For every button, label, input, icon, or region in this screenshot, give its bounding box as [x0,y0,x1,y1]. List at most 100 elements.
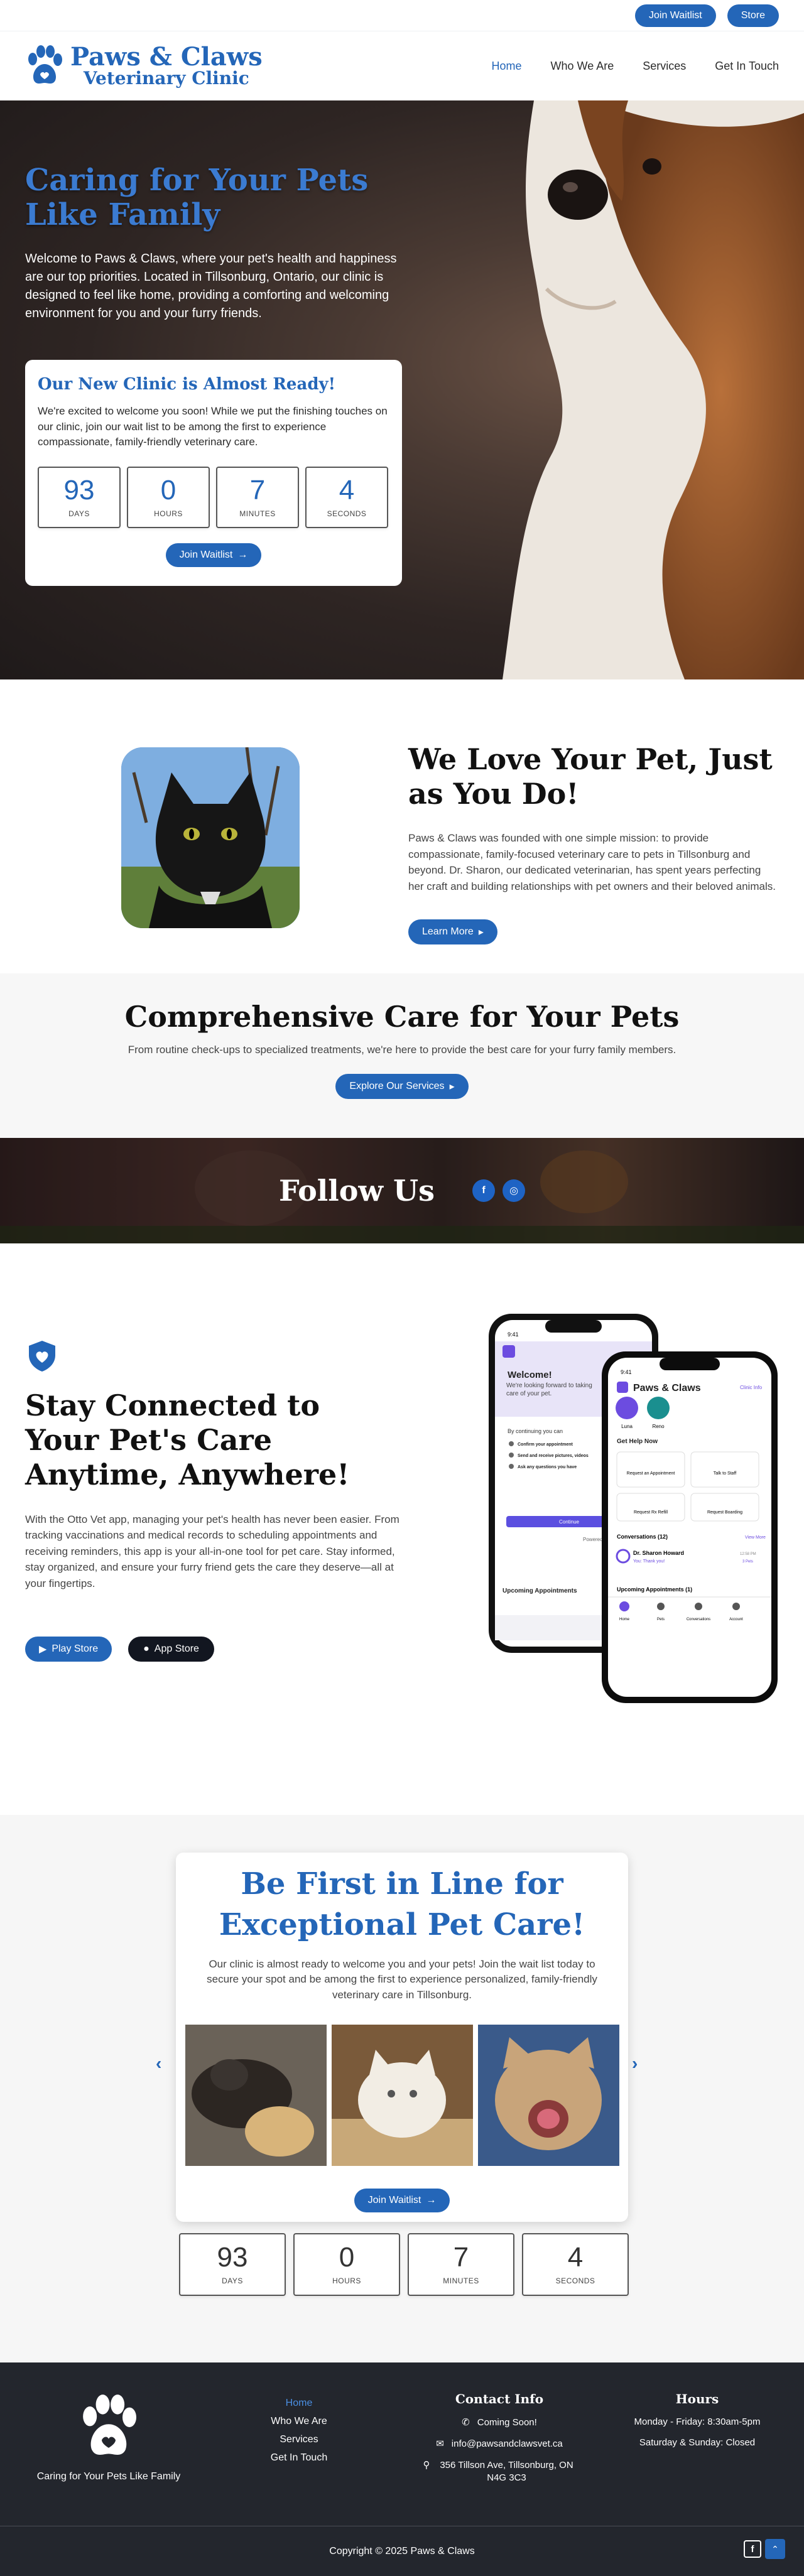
waitlist-title: Be First in Line for Exceptional Pet Car… [219,1866,585,1942]
services-body: From routine check-ups to specialized tr… [128,1044,676,1056]
front-phone-conversations: Conversations (12) [617,1534,668,1540]
countdown-minutes: 7 MINUTES [408,2233,514,2296]
front-phone-action: Request Rx Refill [634,1510,668,1515]
footer-link-services[interactable]: Services [268,2430,330,2449]
front-phone-msg-time: 12:58 PM [740,1552,756,1556]
countdown-value: 0 [339,2242,355,2273]
back-phone-item: Confirm your appointment [518,1442,573,1447]
announcement-card: Our New Clinic is Almost Ready! We're ex… [25,360,402,586]
instagram-icon[interactable]: ◎ [503,1179,526,1202]
site-header: Paws & Claws Veterinary Clinic Home Who … [0,31,804,100]
facebook-icon[interactable]: f [744,2540,761,2558]
countdown-minutes: 7 MINUTES [216,466,299,528]
services-title: Comprehensive Care for Your Pets [124,1000,680,1034]
nav-home[interactable]: Home [492,60,522,73]
paw-logo-icon [28,45,62,84]
front-phone-time: 9:41 [621,1369,632,1375]
app-title: Stay Connected to Your Pet's Care Anytim… [25,1388,350,1492]
explore-services-button[interactable]: Explore Our Services ▸ [335,1074,469,1099]
hero-intro: Welcome to Paws & Claws, where your pet'… [25,252,397,321]
copyright-bar: Copyright © 2025 Paws & Claws f ◎ ⌃ [0,2526,804,2576]
front-phone-view-more: View More [745,1535,766,1540]
brand-logo[interactable]: Paws & Claws Veterinary Clinic [25,44,263,88]
countdown-value: 7 [249,474,266,506]
footer-link-get-in-touch[interactable]: Get In Touch [268,2449,330,2467]
footer-link-who-we-are[interactable]: Who We Are [268,2412,330,2430]
gallery-photo [331,2024,473,2166]
footer-contact: Contact Info ✆ Coming Soon! ✉ info@pawsand… [408,2391,590,2493]
contact-email[interactable]: info@pawsandclawsvet.ca [452,2438,563,2450]
footer-link-home[interactable]: Home [268,2394,330,2412]
site-footer: Caring for Your Pets Like Family Home Wh… [0,2362,804,2526]
countdown-label: DAYS [68,509,90,518]
countdown-label: DAYS [222,2276,243,2285]
contact-address: 356 Tillson Ave, Tillsonburg, ON N4G 3C3 [440,2460,573,2483]
chevron-up-icon[interactable]: ⌃ [765,2539,785,2559]
services-section: Comprehensive Care for Your Pets From ro… [0,973,804,1138]
countdown-value: 0 [160,474,177,506]
footer-hours: Hours Monday - Friday: 8:30am-5pm Saturd… [616,2391,779,2458]
hero-section: Caring for Your Pets Like Family Welcome… [0,100,804,679]
facebook-icon[interactable]: f [472,1179,496,1202]
front-phone-brand: Paws & Claws [633,1383,701,1394]
chevron-right-icon[interactable]: › [632,2054,638,2074]
countdown-label: HOURS [154,509,183,518]
front-phone-doctor: Dr. Sharon Howard [633,1550,684,1556]
back-phone-upcoming: Upcoming Appointments [503,1588,577,1594]
app-phones-mockup: 9:41 Welcome! We're looking forward to t… [489,1314,778,1703]
hero-waitlist-button[interactable]: Join Waitlist → [165,543,262,567]
front-phone-msg-tag: 3 Pets [742,1560,753,1564]
front-phone-tab: Pets [657,1618,665,1621]
footer-logo[interactable]: Caring for Your Pets Like Family [30,2393,187,2482]
countdown-value: 4 [339,474,355,506]
nav-who-we-are[interactable]: Who We Are [551,60,614,73]
waitlist-join-button[interactable]: Join Waitlist → [354,2188,450,2212]
front-phone-action: Talk to Staff [714,1471,737,1476]
front-phone-tab: Conversations [687,1618,710,1621]
gallery-photo [477,2024,619,2166]
topbar-waitlist-button[interactable]: Join Waitlist [634,4,716,27]
back-phone-title: Welcome! [508,1370,552,1380]
front-phone-pet: Luna [621,1424,633,1429]
front-phone-message: You: Thank you! [633,1559,665,1564]
copyright-text: Copyright © 2025 Paws & Claws [329,2545,475,2557]
social-links: f ◎ [472,1179,526,1202]
hero-countdown: 93 DAYS 0 HOURS 7 MINUTES 4 SECONDS [38,466,389,528]
hours-title: Hours [675,2391,719,2406]
nav-services[interactable]: Services [643,60,686,73]
caret-right-icon: ▸ [478,927,484,938]
app-store-label: App Store [154,1643,199,1655]
cat-photo [121,747,300,928]
paw-logo-icon [83,2395,136,2455]
brand-name: Paws & Claws [70,42,263,72]
front-phone-action: Request an Appointment [627,1471,675,1476]
map-pin-icon: ⚲ [423,2460,430,2470]
brand-subtitle: Veterinary Clinic [83,68,249,89]
heart-shield-icon [29,1341,55,1372]
waitlist-join-label: Join Waitlist [367,2194,421,2205]
chevron-left-icon[interactable]: ‹ [156,2054,161,2074]
learn-more-button[interactable]: Learn More ▸ [408,919,497,945]
gallery-photo [185,2024,327,2166]
hours-weekend: Saturday & Sunday: Closed [639,2437,756,2448]
play-store-button[interactable]: ▶ Play Store [25,1637,112,1662]
top-bar: Join Waitlist Store [0,0,804,31]
about-body: Paws & Claws was founded with one simple… [408,832,776,892]
countdown-value: 7 [453,2242,469,2273]
countdown-days: 93 DAYS [38,466,121,528]
back-phone-item: Ask any questions you have [518,1465,577,1469]
arrow-right-icon: → [426,2194,437,2205]
countdown-days: 93 DAYS [179,2233,286,2296]
phone-icon: ✆ [462,2417,470,2428]
waitlist-section: Be First in Line for Exceptional Pet Car… [0,1815,804,2362]
countdown-label: MINUTES [443,2276,479,2285]
follow-title: Follow Us [278,1174,435,1208]
apple-icon: ● [143,1643,149,1655]
nav-get-in-touch[interactable]: Get In Touch [715,60,779,73]
front-phone-tab: Home [619,1618,630,1621]
app-store-button[interactable]: ● App Store [128,1637,214,1662]
store-button[interactable]: Store [727,4,779,27]
hero-dog-image [503,100,804,679]
app-body: With the Otto Vet app, managing your pet… [25,1513,399,1589]
footer-links: Home Who We Are Services Get In Touch [268,2394,330,2467]
